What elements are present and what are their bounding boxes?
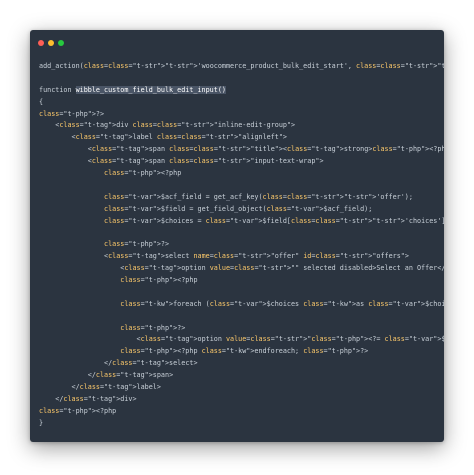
code-line-5: class="t-php">?> — [39, 109, 105, 118]
code-line-21: class="t-kw">foreach (class="t-var">$cho… — [120, 299, 444, 308]
code-line-14: class="t-var">$choices = class="t-var">$… — [104, 216, 444, 225]
window-titlebar — [30, 30, 444, 56]
code-line-24: <class="t-tag">option value=class="t-str… — [39, 335, 444, 344]
minimize-window-button[interactable] — [48, 40, 54, 46]
code-line-9: <class="t-tag">span class=class="t-str">… — [39, 157, 324, 166]
code-line-30: class="t-php"><?php — [39, 406, 117, 415]
code-line-6: <class="t-tag">div class=class="t-str">"… — [39, 121, 296, 130]
code-line-3: function wibble_custom_field_bulk_edit_i… — [39, 85, 444, 97]
code-line-4: { — [39, 97, 44, 106]
code-line-12: class="t-var">$acf_field = get_acf_key(c… — [104, 192, 413, 201]
code-line-10: class="t-php"><?php — [104, 169, 182, 178]
code-line-17: <class="t-tag">select name=class="t-str"… — [39, 252, 409, 261]
code-line-18: <class="t-tag">option value=class="t-str… — [39, 264, 444, 273]
close-window-button[interactable] — [38, 40, 44, 46]
code-line-8: <class="t-tag">span class=class="t-str">… — [39, 145, 444, 154]
code-line-13: class="t-var">$field = get_field_object(… — [104, 204, 373, 213]
code-block: add_action(class=class="t-str">"t-str">'… — [39, 61, 444, 430]
code-line-26: </class="t-tag">select> — [39, 359, 198, 368]
code-line-25: class="t-php"><?php class="t-kw">endfore… — [120, 347, 369, 356]
code-line-7: <class="t-tag">label class=class="t-str"… — [39, 133, 287, 142]
code-line-16: class="t-php">?> — [104, 240, 170, 249]
code-line-19: class="t-php"><?php — [120, 276, 198, 285]
code-line-23: class="t-php">?> — [120, 323, 186, 332]
code-line-27: </class="t-tag">span> — [39, 371, 174, 380]
selected-code-text[interactable]: wibble_custom_field_bulk_edit_input() — [75, 85, 226, 94]
code-window: add_action(class=class="t-str">"t-str">'… — [30, 30, 444, 442]
code-line-29: </class="t-tag">div> — [39, 394, 137, 403]
maximize-window-button[interactable] — [58, 40, 64, 46]
code-line-31: } — [39, 418, 44, 427]
code-line-1: add_action(class=class="t-str">"t-str">'… — [39, 62, 444, 70]
function-keyword: function — [39, 85, 76, 94]
code-line-28: </class="t-tag">label> — [39, 383, 161, 392]
